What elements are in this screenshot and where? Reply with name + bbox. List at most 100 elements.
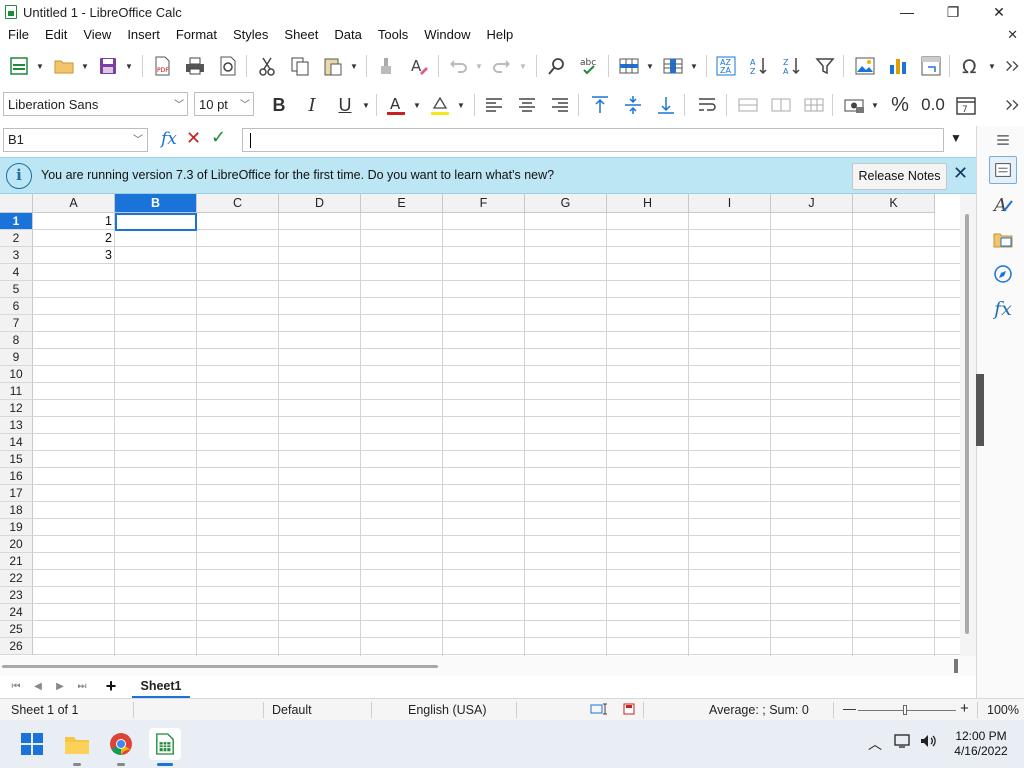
new-dropdown-arrow[interactable]: ▼ xyxy=(35,52,45,80)
more-toolbar-icon[interactable] xyxy=(1003,52,1023,80)
font-name-box[interactable]: Liberation Sans ﹀ xyxy=(3,92,188,116)
minimize-button[interactable]: — xyxy=(884,0,930,24)
functions-icon[interactable]: fx xyxy=(989,295,1017,323)
row-header-1[interactable]: 1 xyxy=(0,213,33,230)
export-pdf-icon[interactable]: PDF xyxy=(148,52,176,80)
release-notes-button[interactable]: Release Notes xyxy=(852,163,947,190)
zoom-in-icon[interactable]: + xyxy=(960,700,969,717)
menu-format[interactable]: Format xyxy=(168,24,225,46)
row-icon[interactable] xyxy=(615,52,643,80)
align-left-icon[interactable] xyxy=(480,91,508,119)
cell-a3[interactable]: 3 xyxy=(33,247,112,264)
close-infobar-icon[interactable]: ✕ xyxy=(953,163,968,184)
next-sheet-icon[interactable]: ▶ xyxy=(51,678,69,696)
special-character-icon[interactable]: Ω xyxy=(957,52,985,80)
name-box[interactable]: B1 ﹀ xyxy=(3,128,148,152)
column-header-e[interactable]: E xyxy=(361,194,443,213)
paste-icon[interactable] xyxy=(319,52,347,80)
styles-icon[interactable]: A xyxy=(989,190,1017,218)
column-header-g[interactable]: G xyxy=(525,194,607,213)
row-header-25[interactable]: 25 xyxy=(0,621,33,638)
row-header-26[interactable]: 26 xyxy=(0,638,33,655)
row-header-6[interactable]: 6 xyxy=(0,298,33,315)
row-dropdown-arrow[interactable]: ▼ xyxy=(645,52,655,80)
align-top-icon[interactable] xyxy=(586,91,614,119)
libreoffice-calc-taskbar-icon[interactable] xyxy=(149,728,181,760)
expand-formula-icon[interactable]: ▼ xyxy=(950,131,962,145)
first-sheet-icon[interactable]: ⏮ xyxy=(7,678,25,696)
accept-icon[interactable]: ✓ xyxy=(211,127,226,148)
row-header-7[interactable]: 7 xyxy=(0,315,33,332)
start-icon[interactable] xyxy=(16,728,48,760)
row-header-14[interactable]: 14 xyxy=(0,434,33,451)
bold-button[interactable]: B xyxy=(265,91,293,119)
row-header-22[interactable]: 22 xyxy=(0,570,33,587)
document-modified-icon[interactable] xyxy=(622,702,636,719)
undo-icon[interactable] xyxy=(444,52,472,80)
close-document-button[interactable]: ✕ xyxy=(1007,24,1018,46)
menu-file[interactable]: File xyxy=(0,24,37,46)
column-header-d[interactable]: D xyxy=(279,194,361,213)
row-header-18[interactable]: 18 xyxy=(0,502,33,519)
column-icon[interactable] xyxy=(659,52,687,80)
chevron-down-icon[interactable]: ﹀ xyxy=(133,130,143,152)
menu-sheet[interactable]: Sheet xyxy=(276,24,326,46)
zoom-slider-knob[interactable] xyxy=(903,705,907,715)
print-icon[interactable] xyxy=(181,52,209,80)
print-preview-icon[interactable] xyxy=(214,52,242,80)
menu-styles[interactable]: Styles xyxy=(225,24,276,46)
close-window-button[interactable]: ✕ xyxy=(976,0,1022,24)
row-header-10[interactable]: 10 xyxy=(0,366,33,383)
new-document-icon[interactable] xyxy=(5,52,33,80)
previous-sheet-icon[interactable]: ◀ xyxy=(29,678,47,696)
column-header-j[interactable]: J xyxy=(771,194,853,213)
column-header-c[interactable]: C xyxy=(197,194,279,213)
open-dropdown-arrow[interactable]: ▼ xyxy=(80,52,90,80)
cancel-icon[interactable]: ✕ xyxy=(186,128,201,149)
sort-ascending-icon[interactable]: AZ xyxy=(745,52,773,80)
italic-button[interactable]: I xyxy=(298,91,326,119)
sort-descending-icon[interactable]: ZA xyxy=(778,52,806,80)
row-header-19[interactable]: 19 xyxy=(0,519,33,536)
merge-center-icon[interactable] xyxy=(734,91,762,119)
center-vertically-icon[interactable] xyxy=(619,91,647,119)
row-header-24[interactable]: 24 xyxy=(0,604,33,621)
language[interactable]: English (USA) xyxy=(408,703,487,717)
column-header-a[interactable]: A xyxy=(33,194,115,213)
percent-format-button[interactable]: % xyxy=(886,91,914,119)
currency-format-icon[interactable] xyxy=(840,91,868,119)
row-header-13[interactable]: 13 xyxy=(0,417,33,434)
column-header-h[interactable]: H xyxy=(607,194,689,213)
undo-dropdown-arrow[interactable]: ▼ xyxy=(474,52,484,80)
row-header-12[interactable]: 12 xyxy=(0,400,33,417)
cell-a2[interactable]: 2 xyxy=(33,230,112,247)
row-header-8[interactable]: 8 xyxy=(0,332,33,349)
zoom-out-icon[interactable]: — xyxy=(843,701,856,716)
gallery-icon[interactable] xyxy=(989,225,1017,253)
highlight-color-icon[interactable] xyxy=(426,91,454,119)
network-icon[interactable] xyxy=(894,733,912,752)
highlight-dropdown-arrow[interactable]: ▼ xyxy=(456,91,466,119)
row-header-17[interactable]: 17 xyxy=(0,485,33,502)
number-format-button[interactable]: 0.0 xyxy=(919,91,947,119)
file-explorer-icon[interactable] xyxy=(61,728,93,760)
sidebar-menu-icon[interactable] xyxy=(989,126,1017,154)
special-character-dropdown-arrow[interactable]: ▼ xyxy=(987,52,997,80)
row-header-23[interactable]: 23 xyxy=(0,587,33,604)
row-header-16[interactable]: 16 xyxy=(0,468,33,485)
row-header-3[interactable]: 3 xyxy=(0,247,33,264)
redo-icon[interactable] xyxy=(488,52,516,80)
menu-edit[interactable]: Edit xyxy=(37,24,75,46)
zoom-slider[interactable] xyxy=(858,710,956,711)
insert-image-icon[interactable] xyxy=(851,52,879,80)
sort-icon[interactable]: AZ ZA xyxy=(712,52,740,80)
sidebar-collapse-handle[interactable] xyxy=(976,374,984,446)
menu-window[interactable]: Window xyxy=(416,24,478,46)
unmerge-cells-icon[interactable] xyxy=(800,91,828,119)
row-header-2[interactable]: 2 xyxy=(0,230,33,247)
function-wizard-button[interactable]: fx xyxy=(161,129,177,149)
align-right-icon[interactable] xyxy=(546,91,574,119)
formula-input[interactable] xyxy=(242,128,944,152)
menu-help[interactable]: Help xyxy=(478,24,521,46)
pivot-table-icon[interactable] xyxy=(917,52,945,80)
